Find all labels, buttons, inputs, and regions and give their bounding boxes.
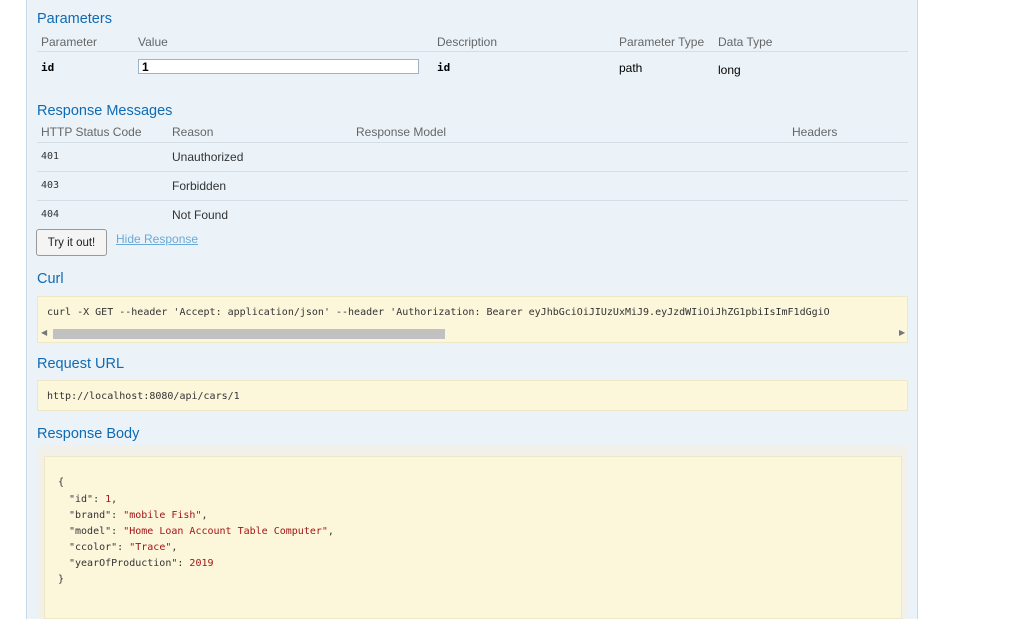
json-line: "brand": "mobile Fish", xyxy=(69,510,208,521)
hide-response-link[interactable]: Hide Response xyxy=(116,232,198,246)
request-url-value: http://localhost:8080/api/cars/1 xyxy=(47,391,240,402)
resp-header-divider xyxy=(37,142,908,143)
resp-reason-403: Forbidden xyxy=(172,179,227,193)
json-line: "id": 1, xyxy=(69,494,118,505)
scrollbar-thumb[interactable] xyxy=(53,329,445,339)
param-header-parameter: Parameter xyxy=(41,35,98,49)
request-url-box: http://localhost:8080/api/cars/1 xyxy=(37,380,908,411)
param-header-value: Value xyxy=(138,35,168,49)
param-datatype: long xyxy=(718,63,741,77)
json-line: "model": "Home Loan Account Table Comput… xyxy=(69,526,334,537)
curl-scrollbar[interactable]: ◀ ▶ xyxy=(37,326,908,342)
json-line: "yearOfProduction": 2019 xyxy=(69,558,214,569)
parameters-title: Parameters xyxy=(37,11,112,27)
response-body-box: { "id": 1, "brand": "mobile Fish", "mode… xyxy=(44,456,902,619)
left-arrow-icon[interactable]: ◀ xyxy=(41,328,47,337)
param-header-divider xyxy=(37,51,908,52)
request-url-title: Request URL xyxy=(37,356,125,372)
json-close-brace: } xyxy=(58,574,65,585)
param-name: id xyxy=(41,61,55,74)
right-arrow-icon[interactable]: ▶ xyxy=(899,328,905,337)
curl-title: Curl xyxy=(37,271,64,287)
resp-header-model: Response Model xyxy=(356,125,447,139)
resp-reason-404: Not Found xyxy=(172,208,229,222)
curl-command: curl -X GET --header 'Accept: applicatio… xyxy=(47,307,830,318)
resp-header-headers: Headers xyxy=(792,125,838,139)
resp-code-403: 403 xyxy=(41,180,60,191)
param-id-input[interactable] xyxy=(138,59,419,74)
resp-header-code: HTTP Status Code xyxy=(41,125,142,139)
json-open-brace: { xyxy=(58,477,65,488)
param-header-type: Parameter Type xyxy=(619,35,705,49)
param-description: id xyxy=(437,61,451,74)
param-header-datatype: Data Type xyxy=(718,35,773,49)
param-header-description: Description xyxy=(437,35,498,49)
try-it-out-button[interactable]: Try it out! xyxy=(36,229,107,256)
resp-reason-401: Unauthorized xyxy=(172,150,244,164)
responses-title: Response Messages xyxy=(37,103,173,119)
resp-code-404: 404 xyxy=(41,209,60,220)
resp-code-401: 401 xyxy=(41,151,60,162)
param-type: path xyxy=(619,61,643,75)
json-line: "ccolor": "Trace", xyxy=(69,542,178,553)
response-body-title: Response Body xyxy=(37,426,140,442)
row-divider xyxy=(37,200,908,201)
resp-header-reason: Reason xyxy=(172,125,214,139)
row-divider xyxy=(37,171,908,172)
